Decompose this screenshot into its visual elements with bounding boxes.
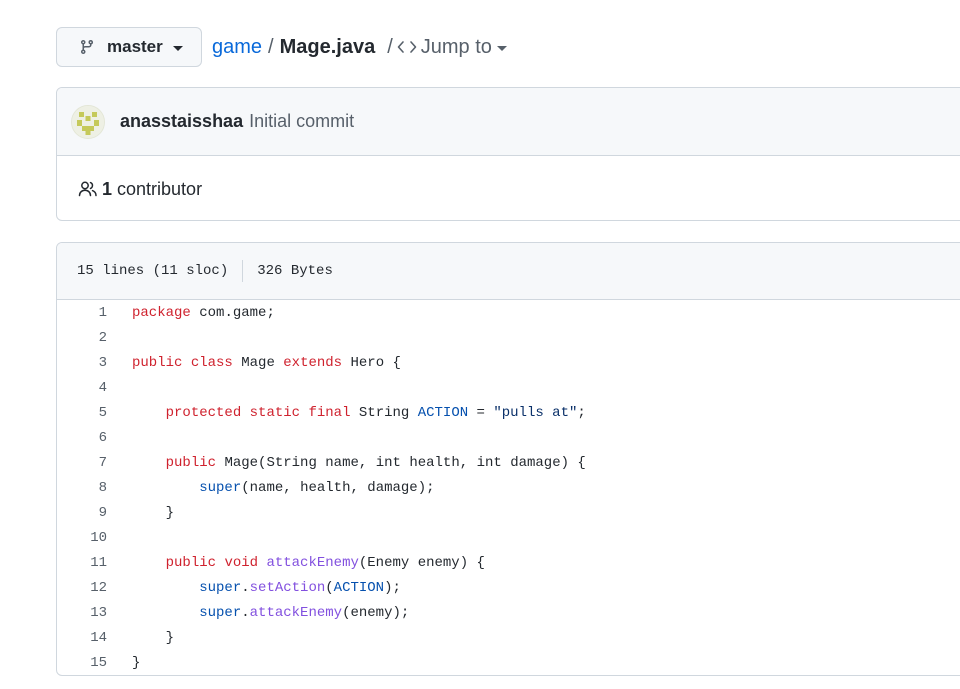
file-navigation: master game / Mage.java / Jump to: [56, 27, 507, 67]
code-line: 4: [57, 375, 960, 400]
code-line: 3 public class Mage extends Hero {: [57, 350, 960, 375]
commit-author-link[interactable]: anasstaisshaa: [120, 111, 243, 132]
breadcrumb: game / Mage.java: [212, 36, 375, 59]
line-number[interactable]: 8: [57, 480, 132, 496]
line-number[interactable]: 9: [57, 505, 132, 521]
jump-to-label: Jump to: [420, 35, 492, 58]
file-info-divider: [242, 260, 244, 282]
line-number[interactable]: 12: [57, 580, 132, 596]
contributor-label: contributor: [117, 178, 203, 199]
breadcrumb-repo-link[interactable]: game: [212, 36, 262, 59]
code-line: 8 super(name, health, damage);: [57, 475, 960, 500]
code-icon: [397, 39, 417, 55]
line-code: }: [132, 504, 175, 521]
line-number[interactable]: 5: [57, 405, 132, 421]
code-line: 11 public void attackEnemy(Enemy enemy) …: [57, 550, 960, 575]
breadcrumb-file-name: Mage.java: [279, 35, 376, 58]
line-code: package com.game;: [132, 304, 275, 321]
line-code: public Mage(String name, int health, int…: [165, 454, 586, 471]
file-line-count: 15 lines (11 sloc): [77, 263, 229, 279]
code-line: 1 package com.game;: [57, 300, 960, 325]
code-line: 14 }: [57, 625, 960, 650]
people-icon: [78, 180, 98, 198]
code-line: 12 super.setAction(ACTION);: [57, 575, 960, 600]
code-listing: 1 package com.game; 2 3 public class Mage ex…: [57, 300, 960, 675]
line-number[interactable]: 6: [57, 430, 132, 446]
line-number[interactable]: 10: [57, 530, 132, 546]
line-code: protected static final String ACTION = "…: [165, 404, 586, 421]
line-code: super.setAction(ACTION);: [199, 579, 401, 596]
line-number[interactable]: 3: [57, 355, 132, 371]
line-number[interactable]: 1: [57, 305, 132, 321]
breadcrumb-separator: /: [268, 35, 274, 58]
line-code: public class Mage extends Hero {: [132, 354, 401, 371]
line-number[interactable]: 2: [57, 330, 132, 346]
code-line: 7 public Mage(String name, int health, i…: [57, 450, 960, 475]
file-info-header: 15 lines (11 sloc) 326 Bytes: [57, 243, 960, 300]
avatar[interactable]: [71, 104, 105, 139]
jump-to-separator: /: [387, 35, 393, 58]
contributor-count: 1: [102, 178, 113, 199]
code-line: 6: [57, 425, 960, 450]
branch-name: master: [107, 37, 163, 56]
chevron-down-icon: [496, 45, 507, 51]
code-line: 13 super.attackEnemy(enemy);: [57, 600, 960, 625]
code-line: 9 }: [57, 500, 960, 525]
line-code: }: [132, 654, 141, 671]
line-number[interactable]: 13: [57, 605, 132, 621]
file-size: 326 Bytes: [257, 263, 333, 279]
chevron-down-icon: [172, 45, 183, 51]
jump-to-button[interactable]: / Jump to: [387, 36, 507, 59]
line-number[interactable]: 11: [57, 555, 132, 571]
line-code: super(name, health, damage);: [199, 479, 435, 496]
code-line: 10: [57, 525, 960, 550]
code-line: 15}: [57, 650, 960, 675]
branch-select-button[interactable]: master: [56, 27, 202, 67]
line-number[interactable]: 15: [57, 655, 132, 671]
line-code: public void attackEnemy(Enemy enemy) {: [165, 554, 485, 571]
line-number[interactable]: 7: [57, 455, 132, 471]
line-code: super.attackEnemy(enemy);: [199, 604, 410, 621]
line-number[interactable]: 4: [57, 380, 132, 396]
code-line: 5 protected static final String ACTION =…: [57, 400, 960, 425]
line-code: }: [132, 629, 175, 646]
code-line: 2: [57, 325, 960, 350]
line-number[interactable]: 14: [57, 630, 132, 646]
contributors-row[interactable]: 1 contributor: [57, 156, 960, 220]
latest-commit-box: anasstaisshaa Initial commit 1 contribut…: [56, 87, 960, 221]
file-viewer: 15 lines (11 sloc) 326 Bytes 1 package co…: [56, 242, 960, 676]
git-branch-icon: [79, 39, 95, 55]
commit-message-link[interactable]: Initial commit: [249, 111, 354, 132]
latest-commit-row: anasstaisshaa Initial commit: [57, 88, 960, 156]
